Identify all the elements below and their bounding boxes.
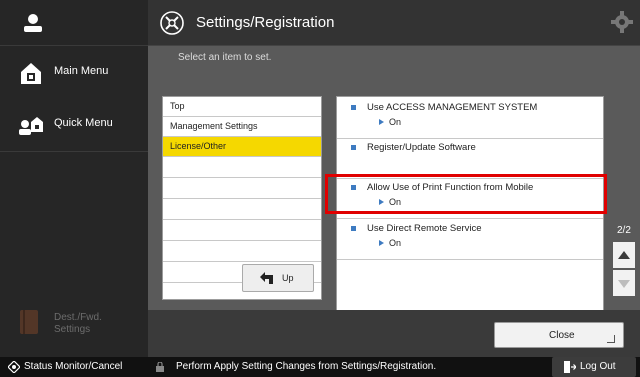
sidebar: Main Menu Quick Menu Dest./Fwd. Settings — [0, 0, 148, 357]
status-bar: Status Monitor/Cancel Perform Apply Sett… — [0, 357, 640, 377]
setting-value: On — [389, 117, 402, 127]
content-area: Select an item to set. Top Management Se… — [148, 46, 640, 357]
quick-menu-label: Quick Menu — [54, 117, 113, 129]
scroll-down-button[interactable] — [613, 270, 635, 296]
bullet-icon — [351, 105, 356, 110]
logout-label: Log Out — [580, 361, 616, 372]
close-label: Close — [549, 330, 575, 341]
scroll-up-button[interactable] — [613, 242, 635, 268]
setting-item-direct-remote-service[interactable]: Use Direct Remote Service On — [337, 218, 603, 260]
page-title: Settings/Registration — [196, 14, 335, 31]
value-arrow-icon — [379, 119, 384, 125]
setting-value: On — [389, 238, 402, 248]
main-menu-button[interactable]: Main Menu — [0, 48, 148, 98]
main-menu-label: Main Menu — [54, 65, 109, 77]
logout-icon — [564, 361, 576, 373]
highlight-box — [325, 174, 607, 214]
triangle-up-icon — [618, 251, 630, 259]
tree-item-license-other[interactable]: License/Other — [163, 137, 321, 157]
setting-name: Use Direct Remote Service — [367, 223, 482, 234]
quick-menu-button[interactable]: Quick Menu — [0, 100, 148, 152]
up-arrow-icon — [260, 272, 273, 284]
status-monitor-label: Status Monitor/Cancel — [24, 361, 123, 372]
status-monitor-icon — [8, 361, 20, 373]
lock-icon — [156, 362, 164, 372]
bottom-bar: Close — [148, 310, 640, 357]
dest-fwd-line1: Dest./Fwd. — [54, 312, 102, 323]
status-message: Perform Apply Setting Changes from Setti… — [176, 361, 437, 372]
status-monitor-button[interactable]: Status Monitor/Cancel — [0, 357, 148, 377]
tree-item-top[interactable]: Top — [163, 97, 321, 117]
address-book-icon — [20, 310, 38, 334]
gear-icon[interactable] — [610, 10, 634, 34]
dest-fwd-settings-button[interactable]: Dest./Fwd. Settings — [0, 300, 148, 348]
bullet-icon — [351, 145, 356, 150]
home-icon — [21, 63, 41, 84]
up-label: Up — [282, 273, 294, 283]
setting-name: Register/Update Software — [367, 142, 476, 153]
bullet-icon — [351, 226, 356, 231]
dest-fwd-line2: Settings — [54, 324, 91, 335]
value-arrow-icon — [379, 240, 384, 246]
setting-item-access-management[interactable]: Use ACCESS MANAGEMENT SYSTEM On — [337, 97, 603, 139]
quick-menu-icon — [19, 117, 43, 135]
header: Settings/Registration — [148, 0, 640, 46]
user-area[interactable] — [0, 0, 148, 46]
close-button[interactable]: Close — [494, 322, 624, 348]
page-indicator: 2/2 — [617, 225, 631, 236]
setting-name: Use ACCESS MANAGEMENT SYSTEM — [367, 102, 538, 113]
settings-registration-icon — [160, 11, 184, 35]
return-icon — [607, 335, 615, 343]
setting-item-register-update-software[interactable]: Register/Update Software — [337, 137, 603, 179]
dest-fwd-label: Dest./Fwd. Settings — [54, 312, 124, 336]
up-button[interactable]: Up — [242, 264, 314, 292]
tree-item-management-settings[interactable]: Management Settings — [163, 117, 321, 137]
logout-button[interactable]: Log Out — [552, 357, 636, 377]
user-icon[interactable] — [22, 12, 44, 34]
instruction-text: Select an item to set. — [178, 52, 272, 63]
triangle-down-icon — [618, 280, 630, 288]
